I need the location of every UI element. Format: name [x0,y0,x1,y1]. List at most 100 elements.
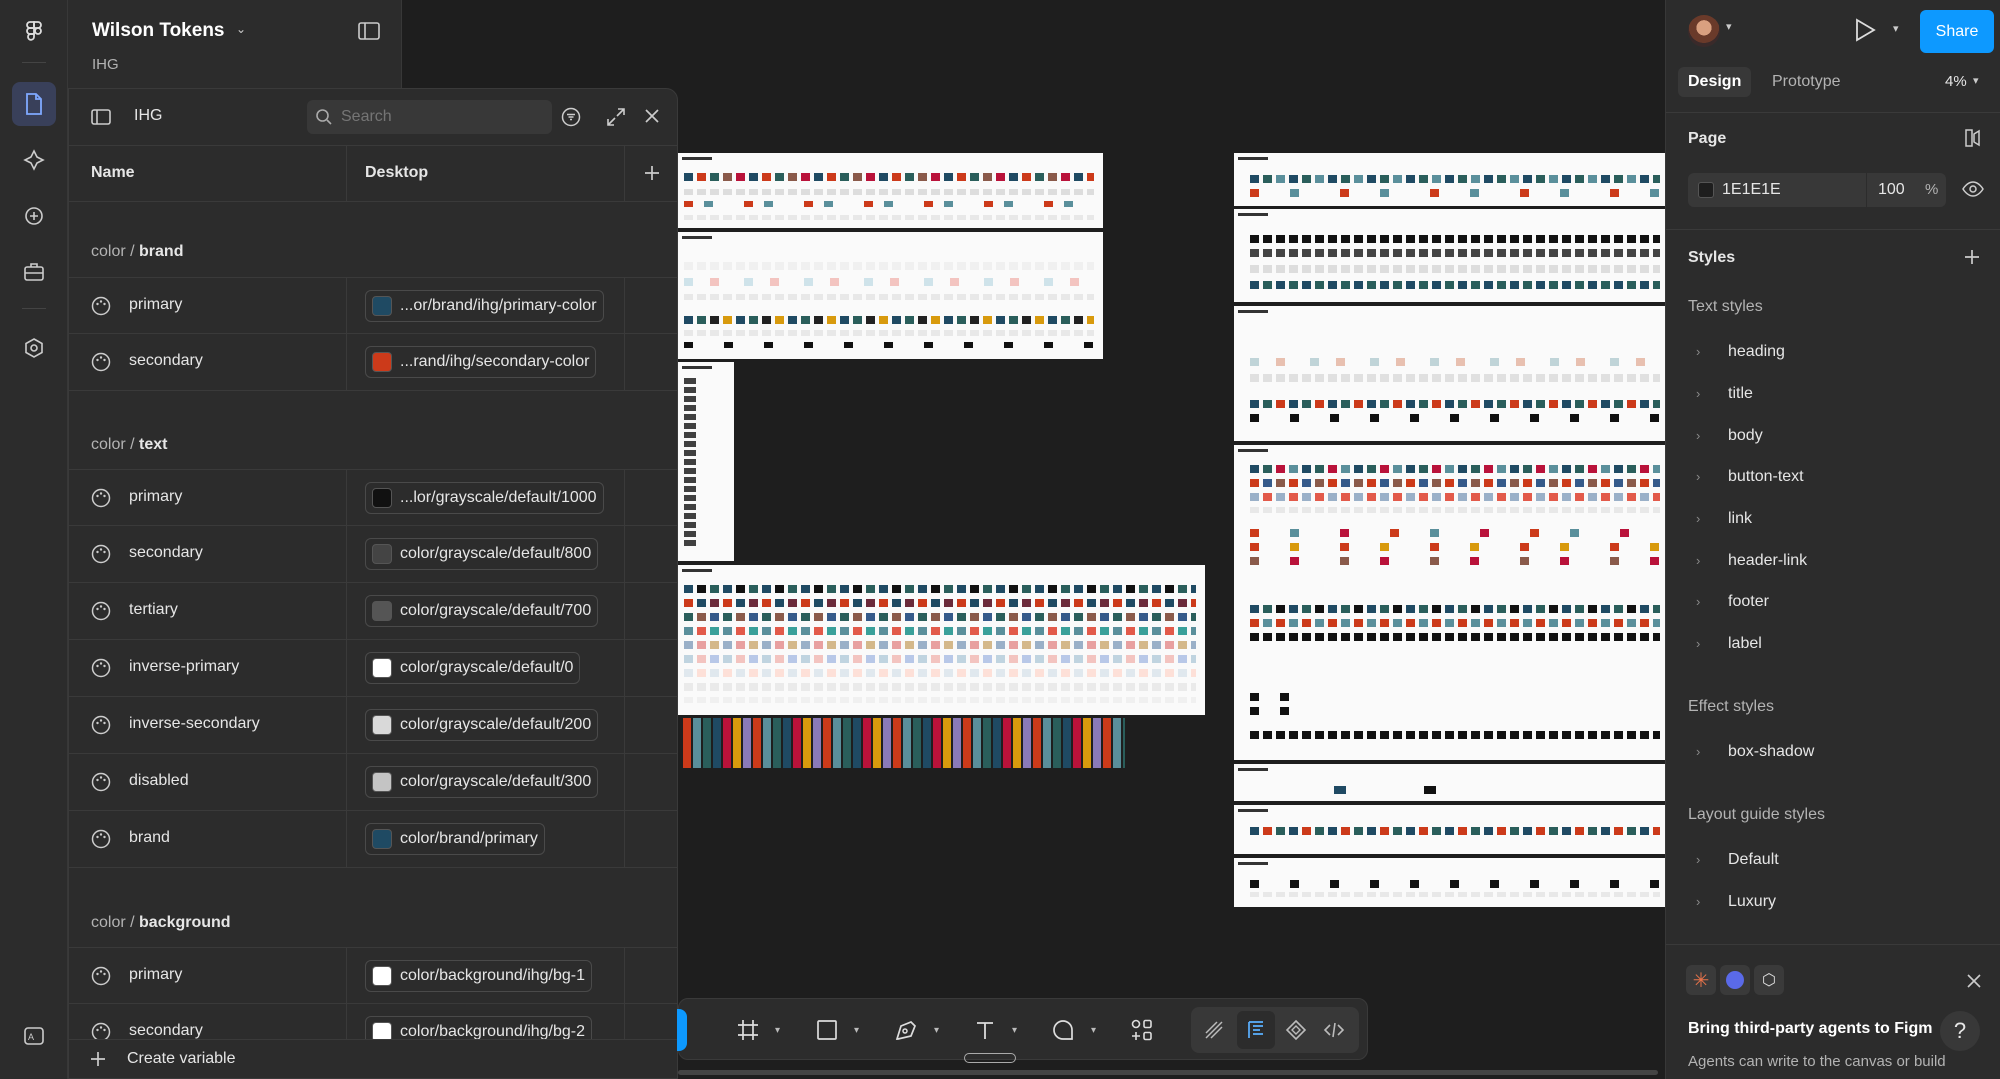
palette-strip[interactable] [683,718,1125,768]
group-header-text: color / text [91,436,168,453]
variable-alias-pill[interactable]: color/grayscale/default/700 [365,595,599,627]
canvas-frame[interactable] [1234,306,1665,441]
text-tool-icon[interactable] [970,1015,1000,1045]
comment-tool-icon[interactable] [1048,1015,1078,1045]
layout-style-item[interactable]: › Default [1688,851,1779,881]
column-header-mode[interactable]: Desktop [365,164,428,182]
chevron-down-icon[interactable]: ▾ [854,1025,859,1036]
present-play-icon[interactable] [1854,18,1876,47]
eye-icon[interactable] [1962,180,1984,203]
close-icon[interactable] [643,107,661,130]
variable-alias-pill[interactable]: color/grayscale/default/0 [365,652,581,684]
move-tool-selected[interactable] [677,1009,687,1051]
canvas-frame[interactable] [1234,445,1665,760]
variable-row[interactable]: brand color/brand/primary [69,811,677,868]
collection-name[interactable]: IHG [134,107,162,125]
canvas-frame[interactable] [678,362,734,561]
settings-hex-icon[interactable] [12,326,56,370]
zoom-level[interactable]: 4% [1945,73,1967,90]
text-style-item[interactable]: › link [1688,510,1752,540]
text-style-item[interactable]: › label [1688,635,1762,665]
expand-icon[interactable] [606,107,626,132]
help-button[interactable]: ? [1940,1011,1980,1051]
tab-design[interactable]: Design [1678,67,1752,97]
share-button[interactable]: Share [1920,10,1994,53]
create-variable-bar[interactable]: Create variable [69,1039,677,1078]
design-mode-active[interactable] [1237,1011,1275,1049]
canvas-frame[interactable] [1234,764,1665,801]
variable-alias-pill[interactable]: color/grayscale/default/800 [365,538,599,570]
variable-alias-pill[interactable]: color/grayscale/default/200 [365,709,599,741]
chevron-down-icon[interactable]: ⌄ [236,22,246,36]
horizontal-scrollbar[interactable] [678,1070,1658,1075]
close-icon[interactable] [1966,973,1982,994]
layout-style-item[interactable]: › Luxury [1688,893,1776,923]
page-opacity[interactable]: 100 [1878,181,1905,199]
components-tool-icon[interactable] [1127,1015,1157,1045]
text-style-item[interactable]: › button-text [1688,468,1804,498]
create-variable-button[interactable]: Create variable [127,1050,236,1068]
page-color-hex[interactable]: 1E1E1E [1722,181,1781,199]
dev-mode-code-icon[interactable] [1319,1015,1349,1045]
chevron-down-icon[interactable]: ▾ [1973,74,1979,87]
chevron-down-icon[interactable]: ▾ [934,1025,939,1036]
sidebar-toggle-icon[interactable] [358,22,380,45]
chevron-down-icon[interactable]: ▾ [1893,22,1899,35]
pen-tool-icon[interactable] [891,1015,921,1045]
canvas-frame[interactable] [678,565,1205,715]
variable-row[interactable]: disabled color/grayscale/default/300 [69,754,677,811]
variable-alias-pill[interactable]: ...rand/ihg/secondary-color [365,346,597,378]
canvas-frame[interactable] [678,153,1103,228]
canvas-frame[interactable] [1234,858,1665,907]
file-title[interactable]: Wilson Tokens [92,20,225,42]
chevron-down-icon[interactable]: ▾ [775,1025,780,1036]
frame-tool-icon[interactable] [733,1015,763,1045]
chevron-down-icon[interactable]: ▾ [1091,1025,1096,1036]
variable-alias-pill[interactable]: ...lor/grayscale/default/1000 [365,482,604,514]
chevron-down-icon[interactable]: ▾ [1726,20,1732,33]
variable-alias-pill[interactable]: color/background/ihg/bg-1 [365,960,593,992]
variable-row[interactable]: secondary color/grayscale/default/800 [69,526,677,583]
page-color-field[interactable]: 1E1E1E 100 % [1688,173,1946,207]
text-style-item[interactable]: › heading [1688,343,1785,373]
tab-prototype[interactable]: Prototype [1772,73,1840,91]
component-mode-icon[interactable] [1281,1015,1311,1045]
rectangle-tool-icon[interactable] [812,1015,842,1045]
file-icon[interactable] [12,82,56,126]
add-mode-icon[interactable] [643,164,661,187]
search-box[interactable] [307,100,552,134]
text-style-item[interactable]: › header-link [1688,552,1807,582]
collection-sidebar-icon[interactable] [91,109,111,130]
page-options-icon[interactable] [1963,128,1983,153]
assets-icon[interactable] [12,138,56,182]
canvas-frame[interactable] [678,232,1103,359]
variable-alias-pill[interactable]: ...or/brand/ihg/primary-color [365,290,604,322]
variable-row[interactable]: secondary ...rand/ihg/secondary-color [69,334,677,391]
variable-alias-pill[interactable]: color/brand/primary [365,823,545,855]
canvas-frame[interactable] [1234,153,1665,206]
variable-alias-pill[interactable]: color/grayscale/default/300 [365,766,599,798]
chevron-down-icon[interactable]: ▾ [1012,1025,1017,1036]
search-input[interactable] [339,106,489,128]
canvas-frame[interactable] [1234,805,1665,854]
avatar[interactable] [1688,15,1720,47]
text-style-item[interactable]: › body [1688,427,1763,457]
variable-row[interactable]: tertiary color/grayscale/default/700 [69,583,677,640]
canvas-frame[interactable] [1234,209,1665,302]
filter-icon[interactable] [561,107,581,132]
variable-row[interactable]: primary ...or/brand/ihg/primary-color [69,277,677,335]
variable-row[interactable]: primary ...lor/grayscale/default/1000 [69,469,677,527]
add-style-icon[interactable] [1963,248,1981,271]
text-style-item[interactable]: › footer [1688,593,1769,623]
draw-mode-icon[interactable] [1199,1015,1229,1045]
effect-style-item[interactable]: › box-shadow [1688,743,1814,773]
variable-value-cell: color/grayscale/default/0 [346,640,625,697]
variable-row[interactable]: inverse-secondary color/grayscale/defaul… [69,697,677,754]
variable-row[interactable]: inverse-primary color/grayscale/default/… [69,640,677,697]
plugins-icon[interactable] [12,194,56,238]
text-style-item[interactable]: › title [1688,385,1753,415]
variable-row[interactable]: primary color/background/ihg/bg-1 [69,947,677,1005]
figma-logo-icon[interactable] [12,10,56,54]
briefcase-icon[interactable] [12,250,56,294]
ai-icon[interactable]: A [12,1014,56,1058]
